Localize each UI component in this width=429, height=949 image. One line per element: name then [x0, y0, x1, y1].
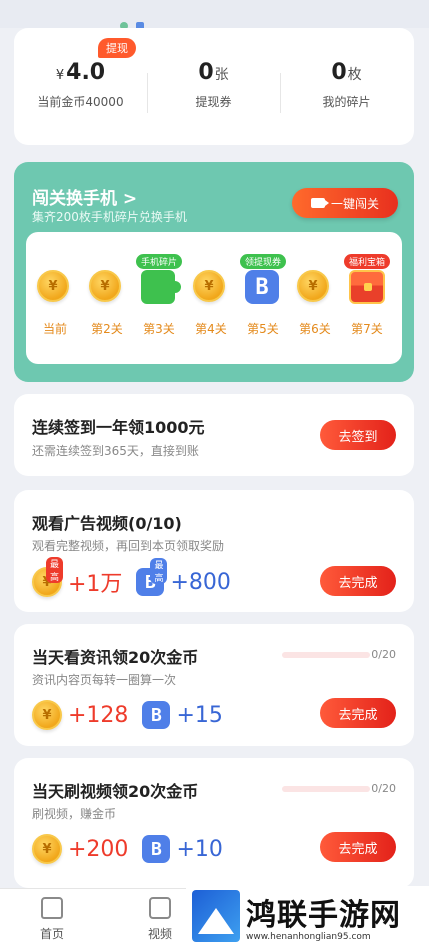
news-task-card: 当天看资讯领20次金币 资讯内容页每转一圈算一次 0/20 ¥ +128 B +… [14, 624, 414, 746]
ad-task-subtitle: 观看完整视频，再回到本页领取奖励 [32, 539, 225, 553]
level-step-label: 第6关 [299, 322, 331, 336]
home-icon [41, 897, 63, 919]
currency-symbol: ¥ [55, 68, 65, 83]
coin-icon: ¥ [193, 270, 225, 302]
coupon-reward: +15 [176, 702, 223, 728]
level-challenge-subtitle: 集齐200枚手机碎片兑换手机 [32, 210, 187, 224]
video-task-title: 当天刷视频领20次金币 [32, 782, 199, 801]
fragment-unit: 枚 [347, 67, 362, 83]
coupon-icon: B [142, 701, 171, 729]
level-step-6[interactable]: ¥ 第6关 [290, 270, 340, 337]
coin-reward: +128 [68, 702, 129, 728]
level-step-7[interactable]: 福利宝箱 第7关 [342, 254, 392, 337]
nav-video[interactable]: 视频 [130, 897, 190, 942]
ad-video-task-card: 观看广告视频(0/10) 观看完整视频，再回到本页领取奖励 ¥ 最高 +1万 B… [14, 490, 414, 612]
video-task-button[interactable]: 去完成 [320, 832, 396, 862]
coupon-reward: +800 [170, 569, 231, 595]
ad-task-rewards: ¥ 最高 +1万 B 最高 +800 [32, 557, 231, 598]
coupon-icon: B [245, 270, 279, 304]
nav-home[interactable]: 首页 [22, 897, 82, 942]
news-task-button[interactable]: 去完成 [320, 698, 396, 728]
coupon-reward: +10 [176, 836, 223, 862]
max-tag: 最高 [150, 558, 168, 584]
coin-reward: +1万 [68, 572, 123, 597]
coin-value: 4.0 [66, 60, 106, 85]
wallet-summary-card: 提现 ¥4.0 当前金币40000 0张 提现券 0枚 我的碎片 [14, 28, 414, 145]
level-step-2[interactable]: ¥ 第2关 [82, 270, 132, 337]
one-key-challenge-label: 一键闯关 [330, 196, 379, 211]
ad-task-title: 观看广告视频(0/10) [32, 514, 182, 533]
coin-icon: ¥ [37, 270, 69, 302]
news-task-progress [282, 652, 370, 658]
sign-in-task-card: 连续签到一年领1000元 还需连续签到365天，直接到账 去签到 [14, 394, 414, 476]
level-step-label: 第3关 [143, 322, 175, 336]
level-step-label: 第7关 [351, 322, 383, 336]
watermark-logo-icon [192, 890, 240, 942]
coupon-unit: 张 [214, 67, 229, 83]
coupon-label: 提现券 [195, 95, 232, 109]
level-step-current[interactable]: ¥ 当前 [30, 270, 80, 337]
coupon-count[interactable]: 0张 提现券 [147, 60, 280, 110]
coin-icon: ¥ [32, 834, 62, 864]
document-icon [149, 897, 171, 919]
level-steps: ¥ 当前 ¥ 第2关 手机碎片 第3关 ¥ 第4关 领提现券 B 第5关 ¥ 第… [26, 232, 402, 364]
coupon-tag: 领提现券 [239, 254, 287, 269]
video-task-subtitle: 刷视频，赚金币 [32, 807, 117, 821]
level-challenge-card: 闯关换手机 > 集齐200枚手机碎片兑换手机 一键闯关 ¥ 当前 ¥ 第2关 手… [14, 162, 414, 382]
sign-in-title: 连续签到一年领1000元 [32, 418, 205, 437]
withdraw-badge[interactable]: 提现 [98, 38, 136, 58]
coin-icon: ¥ [89, 270, 121, 302]
level-step-label: 第4关 [195, 322, 227, 336]
puzzle-icon [141, 270, 181, 304]
level-challenge-title[interactable]: 闯关换手机 > [32, 184, 137, 209]
treasure-chest-icon [349, 270, 385, 304]
news-task-title: 当天看资讯领20次金币 [32, 648, 199, 667]
level-step-3[interactable]: 手机碎片 第3关 [134, 254, 184, 337]
coupon-icon: B [142, 835, 171, 863]
coin-icon: ¥ [297, 270, 329, 302]
coin-reward: +200 [68, 836, 129, 862]
video-task-rewards: ¥ +200 B +10 [32, 834, 223, 864]
status-bar [0, 0, 429, 30]
level-step-label: 第2关 [91, 322, 123, 336]
ad-task-button[interactable]: 去完成 [320, 566, 396, 596]
news-task-progress-text: 0/20 [371, 648, 396, 661]
fragment-label: 我的碎片 [322, 95, 371, 109]
sign-in-button[interactable]: 去签到 [320, 420, 396, 450]
watermark-url: www.henanhonglian95.com [246, 932, 371, 942]
video-camera-icon [310, 198, 329, 208]
sign-in-subtitle: 还需连续签到365天，直接到账 [32, 444, 199, 458]
coupon-value: 0 [198, 60, 214, 85]
level-step-label: 当前 [42, 322, 67, 336]
news-task-rewards: ¥ +128 B +15 [32, 700, 223, 730]
one-key-challenge-button[interactable]: 一键闯关 [292, 188, 398, 218]
watermark-text: 鸿联手游网 [246, 898, 401, 933]
fragment-value: 0 [331, 60, 347, 85]
coin-balance[interactable]: ¥4.0 当前金币40000 [14, 60, 147, 110]
level-step-label: 第5关 [247, 322, 279, 336]
phone-fragment-tag: 手机碎片 [135, 254, 183, 269]
level-step-5[interactable]: 领提现券 B 第5关 [238, 254, 288, 337]
video-task-progress [282, 786, 370, 792]
level-step-4[interactable]: ¥ 第4关 [186, 270, 236, 337]
coin-label: 当前金币40000 [37, 95, 124, 109]
nav-home-label: 首页 [39, 927, 64, 941]
nav-video-label: 视频 [147, 927, 172, 941]
video-task-progress-text: 0/20 [371, 782, 396, 795]
coin-icon: ¥ [32, 700, 62, 730]
news-task-subtitle: 资讯内容页每转一圈算一次 [32, 673, 177, 687]
fragment-count[interactable]: 0枚 我的碎片 [280, 60, 413, 110]
watermark: 鸿联手游网 www.henanhonglian95.com [186, 886, 429, 949]
max-tag: 最高 [46, 557, 64, 583]
treasure-tag: 福利宝箱 [343, 254, 391, 269]
video-task-card: 当天刷视频领20次金币 刷视频，赚金币 0/20 ¥ +200 B +10 去完… [14, 758, 414, 888]
